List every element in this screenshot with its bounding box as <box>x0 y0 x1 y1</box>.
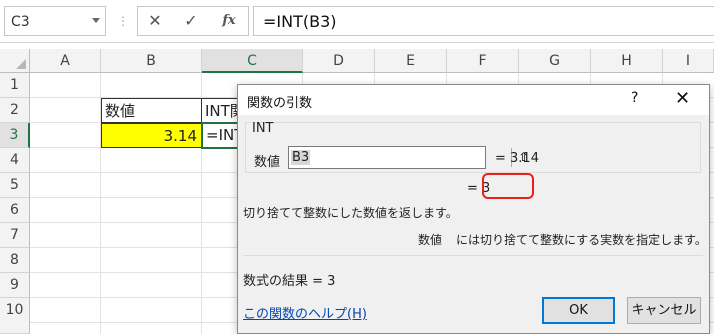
column-header-i[interactable]: I <box>663 49 714 73</box>
select-all-icon <box>16 59 26 69</box>
select-all-corner[interactable] <box>0 49 30 73</box>
cell-b3[interactable]: 3.14 <box>101 123 202 148</box>
row-header-8[interactable]: 8 <box>0 248 30 273</box>
column-header-h[interactable]: H <box>591 49 663 73</box>
argument-value: B3 <box>291 150 311 165</box>
row-header-4[interactable]: 4 <box>0 148 30 173</box>
divider <box>243 255 703 256</box>
column-header-g[interactable]: G <box>519 49 591 73</box>
cell-c3-active[interactable]: =INT <box>201 122 239 149</box>
formula-input[interactable]: =INT(B3) <box>253 6 714 36</box>
formula-bar-grip: ⋮ <box>117 14 129 28</box>
argument-description-text: には切り捨てて整数にする実数を指定します。 <box>456 233 707 247</box>
row-header-5[interactable]: 5 <box>0 173 30 198</box>
name-box-value: C3 <box>11 14 30 30</box>
formula-bar: C3 ⋮ ✕ ✓ fx =INT(B3) <box>0 0 714 43</box>
argument-description-name: 数値 <box>418 233 443 247</box>
cancel-button[interactable]: キャンセル <box>627 297 701 324</box>
argument-evaluated-value: = 3.14 <box>495 151 539 166</box>
dialog-titlebar[interactable]: 関数の引数 ? ✕ <box>238 85 709 115</box>
close-icon[interactable]: ✕ <box>675 88 690 109</box>
row-header-9[interactable]: 9 <box>0 273 30 298</box>
function-help-link[interactable]: この関数のヘルプ(H) <box>243 303 367 322</box>
column-header-f[interactable]: F <box>447 49 519 73</box>
argument-label: 数値 <box>254 155 281 170</box>
check-icon[interactable]: ✓ <box>180 11 202 31</box>
column-header-a[interactable]: A <box>30 49 101 73</box>
number-argument-input[interactable]: B3 ⇧ <box>288 146 529 169</box>
cancel-icon[interactable]: ✕ <box>144 11 166 31</box>
function-description: 切り捨てて整数にした数値を返します。 <box>243 206 458 220</box>
insert-function-icon[interactable]: fx <box>218 11 240 31</box>
formula-result: 数式の結果 = 3 <box>243 274 336 289</box>
dialog-title: 関数の引数 <box>247 96 313 111</box>
chevron-down-icon[interactable] <box>92 18 100 23</box>
row-header-7[interactable]: 7 <box>0 223 30 248</box>
row-header-3[interactable]: 3 <box>0 123 30 148</box>
cell-b2[interactable]: 数値 <box>101 98 202 123</box>
row-header-10[interactable]: 10 <box>0 298 30 334</box>
name-box[interactable]: C3 <box>4 6 106 36</box>
column-header-d[interactable]: D <box>303 49 375 73</box>
function-name: INT <box>252 121 274 136</box>
row-header-2[interactable]: 2 <box>0 98 30 123</box>
column-header-b[interactable]: B <box>101 49 202 73</box>
row-header-1[interactable]: 1 <box>0 73 30 98</box>
formula-buttons: ✕ ✓ fx <box>137 6 249 36</box>
function-arguments-dialog: 関数の引数 ? ✕ INT 数値 B3 ⇧ = 3.14 = 3 切り捨てて整数… <box>237 84 710 334</box>
column-header-c[interactable]: C <box>202 49 303 73</box>
argument-description: 数値 には切り捨てて整数にする実数を指定します。 <box>418 231 707 248</box>
row-header-6[interactable]: 6 <box>0 198 30 223</box>
ok-button[interactable]: OK <box>542 297 615 324</box>
column-header-e[interactable]: E <box>375 49 447 73</box>
formula-text: =INT(B3) <box>263 12 337 31</box>
highlight-annotation <box>482 173 534 199</box>
help-icon[interactable]: ? <box>631 90 638 106</box>
